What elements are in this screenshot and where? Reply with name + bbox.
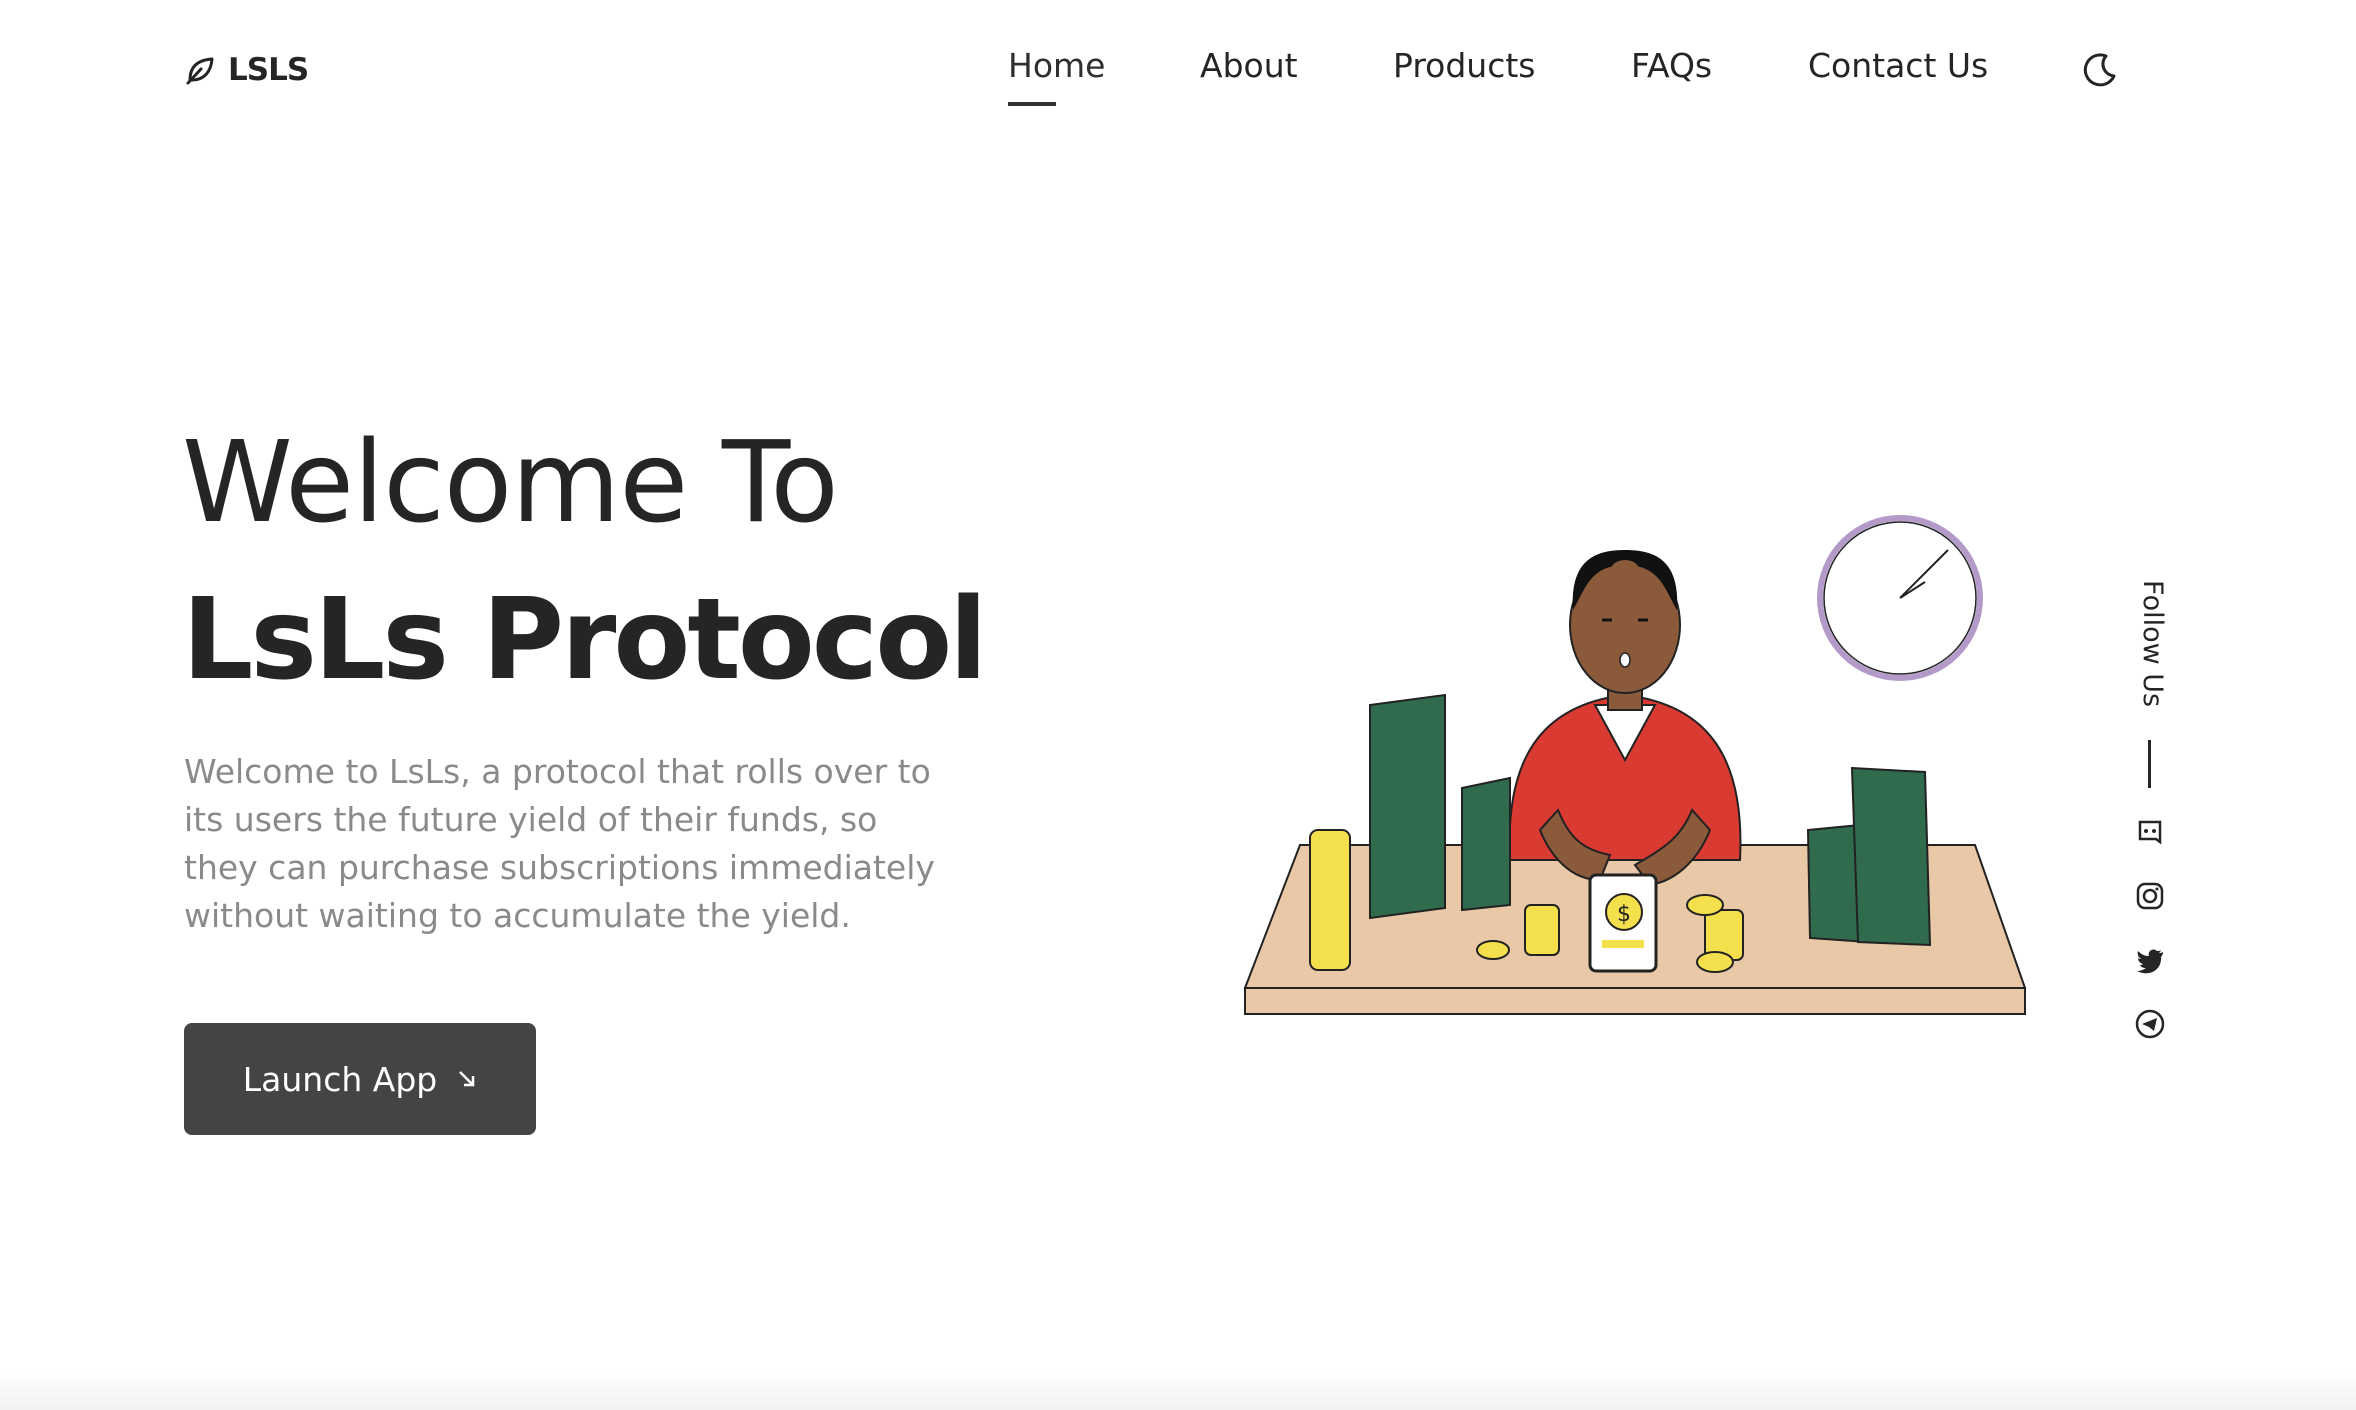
follow-us-label: Follow Us [2137, 580, 2168, 708]
logo-text: LSLS [228, 52, 309, 88]
person-illustration [1508, 550, 1742, 887]
follow-divider [2148, 740, 2151, 788]
twitter-icon [2137, 949, 2163, 974]
active-nav-indicator [1008, 102, 1056, 106]
telegram-link[interactable] [2134, 1008, 2166, 1040]
discord-link[interactable] [2134, 816, 2166, 848]
moon-icon [2083, 53, 2116, 87]
site-header: LSLS Home About Products FAQs Contact Us [0, 0, 2356, 140]
hero-description: Welcome to LsLs, a protocol that rolls o… [184, 752, 935, 935]
logo[interactable]: LSLS [184, 50, 309, 90]
leaf-icon [186, 57, 214, 85]
hero-title-bold: LsLs Protocol [182, 575, 988, 705]
instagram-link[interactable] [2134, 880, 2166, 912]
hero-illustration: $ [1243, 515, 2027, 1015]
arrow-down-right-icon [459, 1071, 475, 1087]
svg-text:$: $ [1617, 902, 1631, 927]
launch-app-button[interactable]: Launch App [184, 1023, 536, 1135]
nav-about[interactable]: About [1200, 46, 1298, 85]
theme-toggle-button[interactable] [2080, 50, 2120, 90]
instagram-icon [2136, 882, 2164, 910]
hero-title: Welcome To [182, 418, 839, 548]
nav-products[interactable]: Products [1393, 46, 1536, 85]
phone-illustration: $ [1588, 873, 1658, 973]
launch-app-label: Launch App [242, 1059, 438, 1099]
discord-icon [2138, 820, 2162, 845]
telegram-icon [2135, 1009, 2165, 1039]
clock-illustration [1817, 515, 1983, 681]
nav-home[interactable]: Home [1008, 46, 1105, 85]
twitter-link[interactable] [2134, 944, 2166, 976]
nav-faqs[interactable]: FAQs [1631, 46, 1712, 85]
page-bottom-shadow [0, 1370, 2356, 1410]
nav-contact[interactable]: Contact Us [1808, 46, 1988, 85]
